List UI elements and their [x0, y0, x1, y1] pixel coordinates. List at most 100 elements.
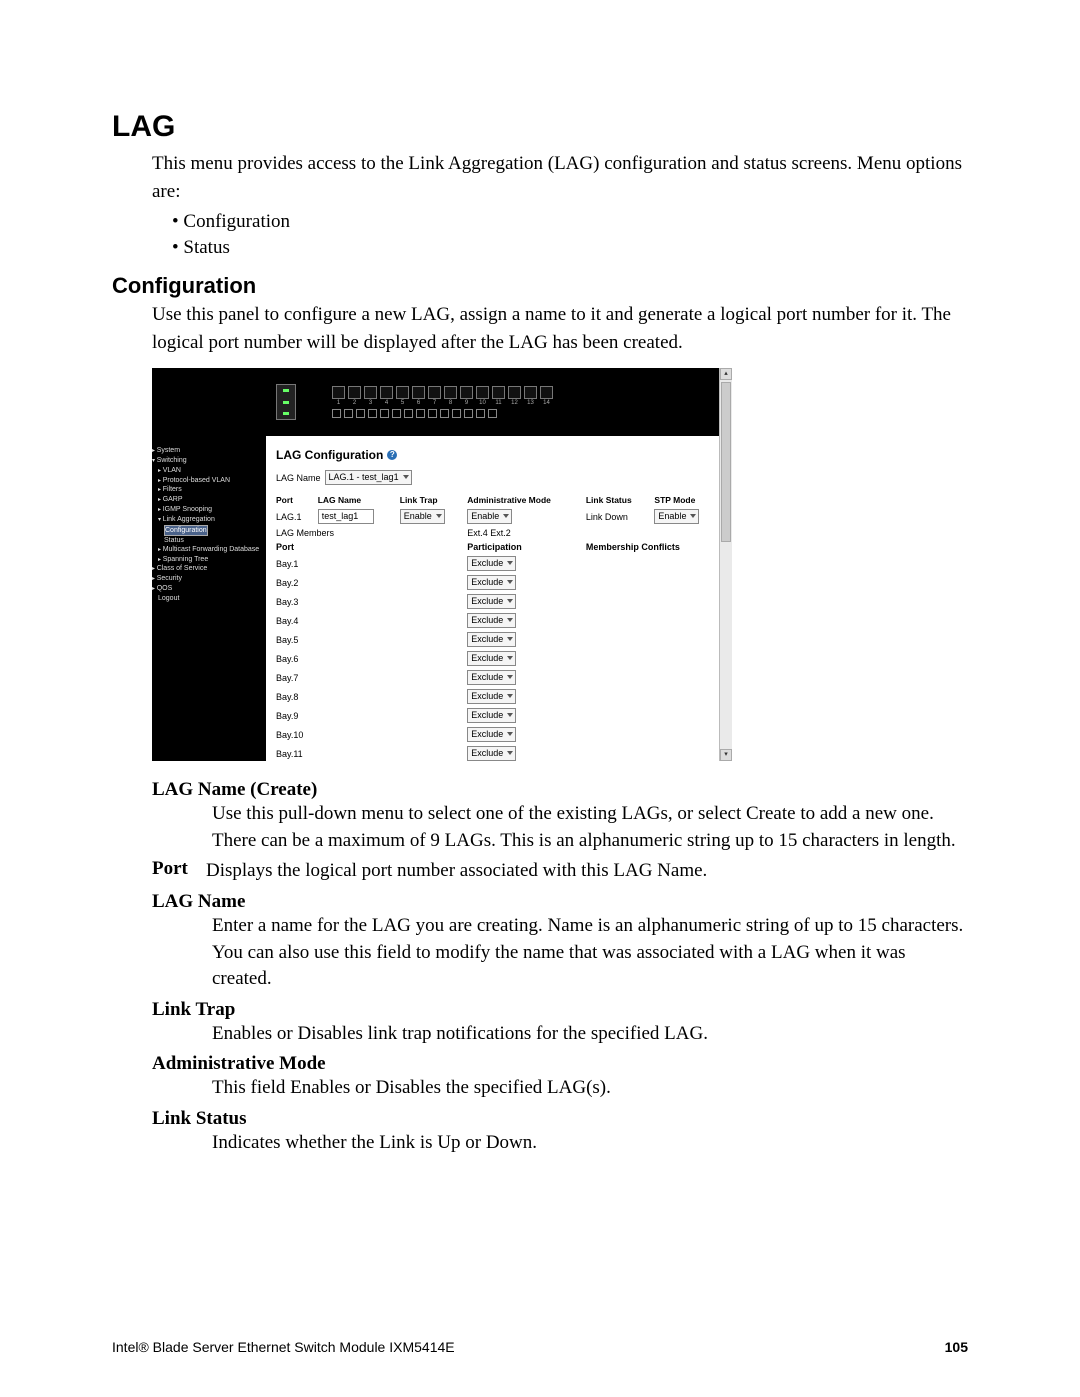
- port-slot[interactable]: [508, 386, 521, 399]
- link-trap-select[interactable]: Enable: [400, 509, 445, 524]
- def-term: LAG Name (Create): [152, 779, 968, 801]
- participation-select[interactable]: Exclude: [467, 556, 516, 571]
- lag-config-table: Port LAG Name Link Trap Administrative M…: [276, 493, 722, 761]
- port-slot[interactable]: [364, 386, 377, 399]
- port-slot[interactable]: [412, 386, 425, 399]
- lag-config-panel: LAG Configuration ? LAG Name LAG.1 - tes…: [266, 436, 732, 761]
- table-row: LAG.1 test_lag1 Enable Enable Link Down …: [276, 509, 722, 526]
- nav-item[interactable]: Filters: [158, 485, 266, 495]
- lag-name-select[interactable]: LAG.1 - test_lag1: [325, 470, 412, 485]
- port-slot[interactable]: [396, 386, 409, 399]
- port-slot[interactable]: [476, 386, 489, 399]
- port-indicator: [452, 409, 461, 418]
- def-desc: Enter a name for the LAG you are creatin…: [212, 913, 968, 993]
- port-indicator: [404, 409, 413, 418]
- participation-select[interactable]: Exclude: [467, 708, 516, 723]
- port-indicator: [368, 409, 377, 418]
- th-lag-name: LAG Name: [318, 495, 400, 507]
- port-number: 14: [540, 400, 553, 406]
- nav-item[interactable]: Security: [152, 574, 266, 584]
- port-slot[interactable]: [460, 386, 473, 399]
- nav-item[interactable]: Spanning Tree: [158, 555, 266, 565]
- nav-item[interactable]: Class of Service: [152, 564, 266, 574]
- port-indicator: [476, 409, 485, 418]
- member-row: Bay.2Exclude: [276, 575, 722, 592]
- def-desc: Displays the logical port number associa…: [206, 858, 707, 885]
- scroll-up-button[interactable]: [720, 368, 732, 380]
- nav-item[interactable]: Configuration: [164, 525, 208, 536]
- nav-item[interactable]: IGMP Snooping: [158, 505, 266, 515]
- participation-select[interactable]: Exclude: [467, 613, 516, 628]
- nav-item[interactable]: Status: [164, 536, 266, 545]
- port-number: 2: [348, 400, 361, 406]
- lag-name-label: LAG Name: [276, 473, 321, 483]
- participation-select[interactable]: Exclude: [467, 632, 516, 647]
- port-slot[interactable]: [348, 386, 361, 399]
- participation-select[interactable]: Exclude: [467, 575, 516, 590]
- participation-select[interactable]: Exclude: [467, 594, 516, 609]
- port-indicator: [440, 409, 449, 418]
- port-strip: 1234567891011121314: [266, 368, 732, 436]
- port-slot[interactable]: [444, 386, 457, 399]
- port-indicator: [392, 409, 401, 418]
- nav-item[interactable]: Logout: [158, 594, 266, 603]
- nav-item[interactable]: System: [152, 446, 266, 456]
- member-row: Bay.4Exclude: [276, 613, 722, 630]
- intro-text: This menu provides access to the Link Ag…: [152, 150, 968, 205]
- member-row: Bay.5Exclude: [276, 632, 722, 649]
- scroll-down-button[interactable]: [720, 749, 732, 761]
- def-desc: Use this pull-down menu to select one of…: [212, 801, 968, 854]
- member-conflicts-header: Membership Conflicts: [586, 542, 722, 554]
- port-indicator: [428, 409, 437, 418]
- member-port: Bay.2: [276, 575, 467, 592]
- port-slot[interactable]: [540, 386, 553, 399]
- port-slot[interactable]: [524, 386, 537, 399]
- participation-select[interactable]: Exclude: [467, 670, 516, 685]
- scrollbar[interactable]: [719, 368, 732, 761]
- field-definitions: LAG Name (Create)Use this pull-down menu…: [152, 779, 968, 1156]
- member-port: Bay.11: [276, 746, 467, 761]
- port-slot[interactable]: [492, 386, 505, 399]
- nav-item[interactable]: VLAN: [158, 466, 266, 476]
- th-admin-mode: Administrative Mode: [467, 495, 586, 507]
- nav-item[interactable]: QOS: [152, 584, 266, 594]
- participation-select[interactable]: Exclude: [467, 651, 516, 666]
- port-indicator: [488, 409, 497, 418]
- member-port: Bay.7: [276, 670, 467, 687]
- lag-name-input[interactable]: test_lag1: [318, 509, 374, 524]
- def-desc: Indicates whether the Link is Up or Down…: [212, 1130, 968, 1157]
- nav-item[interactable]: GARP: [158, 495, 266, 505]
- stp-mode-select[interactable]: Enable: [654, 509, 699, 524]
- admin-mode-select[interactable]: Enable: [467, 509, 512, 524]
- def-term: LAG Name: [152, 891, 968, 913]
- member-row: Bay.10Exclude: [276, 727, 722, 744]
- port-slot[interactable]: [428, 386, 441, 399]
- th-port: Port: [276, 495, 318, 507]
- def-term: Port: [152, 858, 198, 880]
- port-number: 9: [460, 400, 473, 406]
- nav-item[interactable]: Multicast Forwarding Database: [158, 545, 266, 555]
- participation-select[interactable]: Exclude: [467, 727, 516, 742]
- page-title: LAG: [112, 110, 968, 144]
- member-port-header: Port: [276, 542, 467, 554]
- port-number: 7: [428, 400, 441, 406]
- nav-item[interactable]: Protocol-based VLAN: [158, 476, 266, 486]
- port-grid: 1234567891011121314: [332, 386, 553, 418]
- port-number: 10: [476, 400, 489, 406]
- member-row: Bay.1Exclude: [276, 556, 722, 573]
- nav-item[interactable]: Switching: [152, 456, 266, 466]
- port-number: 6: [412, 400, 425, 406]
- port-slot[interactable]: [380, 386, 393, 399]
- footer-product: Intel® Blade Server Ethernet Switch Modu…: [112, 1339, 455, 1355]
- port-indicator: [416, 409, 425, 418]
- nav-tree: SystemSwitchingVLANProtocol-based VLANFi…: [152, 368, 266, 761]
- table-header-row: Port LAG Name Link Trap Administrative M…: [276, 495, 722, 507]
- help-icon[interactable]: ?: [387, 450, 397, 460]
- participation-select[interactable]: Exclude: [467, 746, 516, 761]
- participation-select[interactable]: Exclude: [467, 689, 516, 704]
- scroll-thumb[interactable]: [721, 382, 731, 542]
- menu-options: Configuration Status: [172, 211, 968, 259]
- port-slot[interactable]: [332, 386, 345, 399]
- configuration-heading: Configuration: [112, 273, 968, 299]
- nav-item[interactable]: Link Aggregation: [158, 515, 266, 525]
